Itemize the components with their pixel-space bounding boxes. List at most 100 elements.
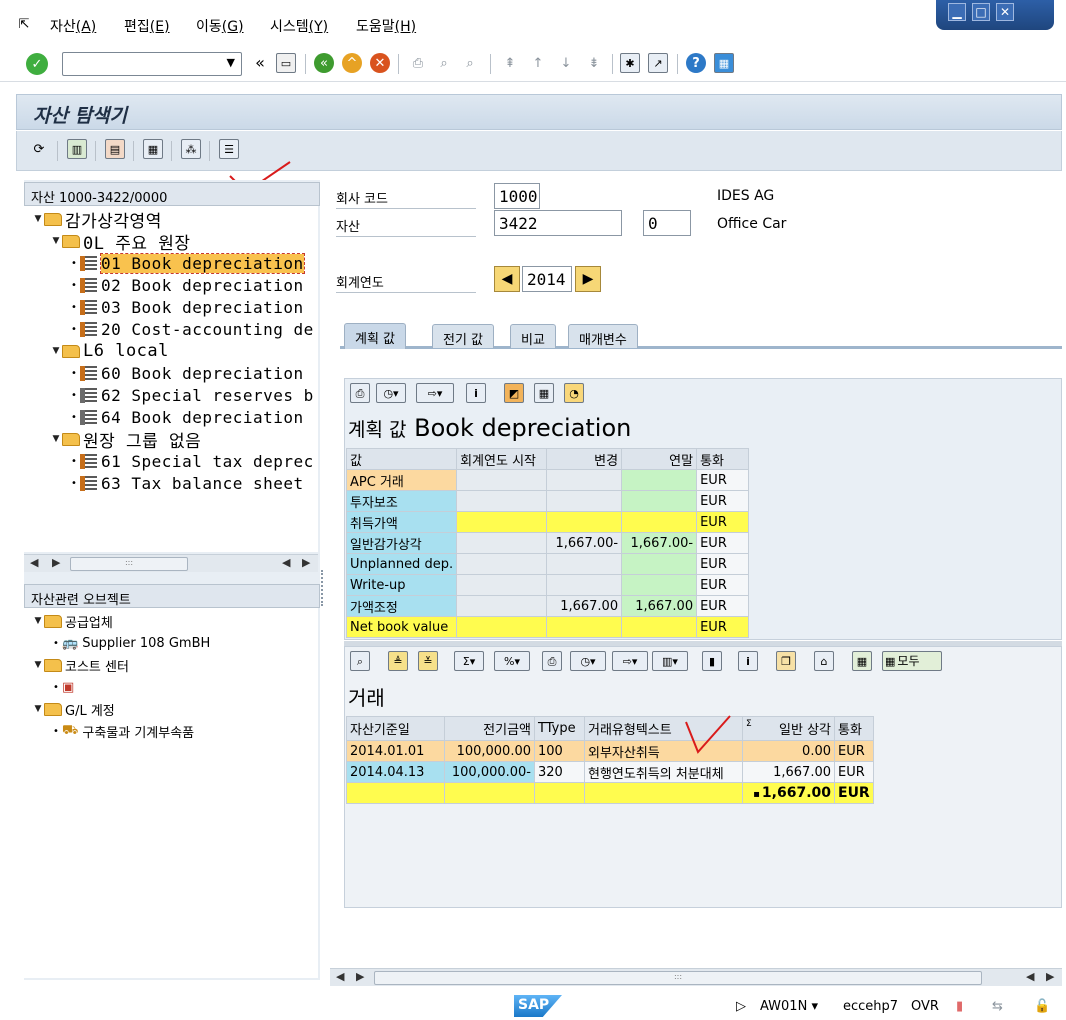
tree-folder-node[interactable]: ▼ 원장 그룹 없음: [50, 428, 201, 452]
table-cell[interactable]: 투자보조: [345, 490, 458, 512]
table-cell[interactable]: Net book value: [345, 616, 458, 638]
column-header[interactable]: 통화: [834, 716, 874, 741]
layout-icon[interactable]: ▥▾: [652, 651, 688, 671]
asset-number-field[interactable]: 3422: [494, 210, 622, 236]
company-code-field[interactable]: 1000: [494, 183, 540, 209]
export-icon[interactable]: ⇨▾: [612, 651, 648, 671]
table-cell[interactable]: 100: [534, 740, 585, 762]
cancel-icon[interactable]: ✕: [370, 53, 390, 73]
command-field[interactable]: ▼: [62, 52, 242, 76]
table-row[interactable]: 투자보조 EUR: [345, 490, 750, 512]
table-cell[interactable]: [456, 574, 548, 596]
table-row[interactable]: 가액조정 1,667.00 1,667.00 EUR: [345, 595, 750, 617]
details-icon[interactable]: i: [738, 651, 758, 671]
table-cell[interactable]: [546, 511, 623, 533]
previous-page-icon[interactable]: ↑: [528, 53, 548, 73]
find-next-icon[interactable]: ⌕: [460, 53, 480, 73]
find-icon[interactable]: ⌕: [434, 53, 454, 73]
previous-year-button[interactable]: ◀: [494, 266, 520, 292]
table-cell[interactable]: [621, 574, 698, 596]
table-cell[interactable]: EUR: [696, 490, 750, 512]
hat-icon[interactable]: ⌂: [814, 651, 834, 671]
subtotal-icon[interactable]: %▾: [494, 651, 530, 671]
menu-exit-icon[interactable]: ⇱: [14, 14, 34, 34]
table-cell[interactable]: 일반감가상각: [345, 532, 458, 554]
scroll-left-icon[interactable]: ◀: [30, 556, 38, 569]
column-header[interactable]: 통화: [696, 448, 750, 470]
expand-toggle-icon[interactable]: ▼: [50, 236, 62, 246]
table-cell[interactable]: 1,667.00-: [621, 532, 698, 554]
column-header[interactable]: Σ 일반 상각: [742, 716, 835, 741]
fiscal-year-field[interactable]: 2014: [522, 266, 572, 292]
tree-leaf-node[interactable]: • 60 Book depreciation: [68, 362, 304, 384]
tree-folder-node[interactable]: ▼ 감가상각영역: [32, 208, 162, 232]
chevron-down-icon[interactable]: ▼: [227, 56, 235, 69]
insert-mode[interactable]: OVR: [911, 999, 939, 1014]
total-amount[interactable]: ▪ 1,667.00: [742, 782, 835, 804]
table-cell[interactable]: [456, 469, 548, 491]
maximize-icon[interactable]: □: [972, 3, 990, 21]
first-page-icon[interactable]: ⇞: [500, 53, 520, 73]
scroll-right-icon[interactable]: ▶: [1046, 970, 1054, 983]
next-page-icon[interactable]: ↓: [556, 53, 576, 73]
table-cell[interactable]: 현행연도취득의 처분대체: [584, 761, 743, 783]
back-icon[interactable]: «: [314, 53, 334, 73]
table-cell[interactable]: EUR: [696, 574, 750, 596]
table-row[interactable]: 2014.01.01 100,000.00 100 외부자산취득 0.00 EUR: [346, 740, 874, 762]
expand-toggle-icon[interactable]: ▼: [50, 434, 62, 444]
table-row[interactable]: Unplanned dep. EUR: [345, 553, 750, 575]
last-page-icon[interactable]: ⇟: [584, 53, 604, 73]
table-cell[interactable]: 320: [534, 761, 585, 783]
next-year-button[interactable]: ▶: [575, 266, 601, 292]
tree-leaf-node[interactable]: • ▣: [50, 676, 78, 698]
tree-leaf-node[interactable]: • 62 Special reserves b: [68, 384, 314, 406]
table-cell[interactable]: 1,667.00-: [546, 532, 623, 554]
table-cell[interactable]: EUR: [696, 511, 750, 533]
tree-leaf-node[interactable]: • 03 Book depreciation: [68, 296, 304, 318]
table-row[interactable]: APC 거래 EUR: [345, 469, 750, 491]
unlock-icon[interactable]: 🔓: [1034, 999, 1050, 1014]
table-cell[interactable]: [546, 553, 623, 575]
tab-posted-values[interactable]: 전기 값: [432, 324, 495, 348]
print-list-icon[interactable]: ⎙: [542, 651, 562, 671]
new-session-icon[interactable]: ✱: [620, 53, 640, 73]
table-cell[interactable]: 취득가액: [345, 511, 458, 533]
table-cell[interactable]: [456, 616, 548, 638]
minimize-icon[interactable]: ▁: [948, 3, 966, 21]
table-cell[interactable]: Unplanned dep.: [345, 553, 458, 575]
sum-icon[interactable]: Σ▾: [454, 651, 484, 671]
list-icon[interactable]: ☰: [219, 139, 239, 159]
table-cell[interactable]: [546, 616, 623, 638]
column-header[interactable]: 회계연도 시작: [456, 448, 548, 470]
table-cell[interactable]: [456, 511, 548, 533]
tree-horizontal-scrollbar[interactable]: ◀ ▶ ::: ◀ ▶: [24, 554, 318, 572]
print-list-icon[interactable]: ⎙: [350, 383, 370, 403]
table-cell[interactable]: [621, 469, 698, 491]
print-icon[interactable]: ⎙: [408, 53, 428, 73]
table-cell[interactable]: 2014.01.01: [346, 740, 445, 762]
export-icon[interactable]: ⇨▾: [416, 383, 454, 403]
scroll-left-icon[interactable]: ◀: [1026, 970, 1034, 983]
table-cell[interactable]: EUR: [696, 595, 750, 617]
column-header[interactable]: 전기금액: [444, 716, 535, 741]
table-cell[interactable]: 100,000.00: [444, 740, 535, 762]
scroll-thumb[interactable]: :::: [374, 971, 982, 985]
display-asset-icon[interactable]: ▤: [105, 139, 125, 159]
detail-horizontal-scrollbar[interactable]: ◀ ▶ ::: ◀ ▶: [330, 968, 1062, 986]
splitter-handle[interactable]: [321, 570, 325, 606]
refresh-icon[interactable]: ⟳: [29, 139, 49, 159]
table-row[interactable]: 취득가액 EUR: [345, 511, 750, 533]
tree-folder-node[interactable]: ▼ L6 local: [50, 340, 169, 362]
tree-leaf-node[interactable]: • 20 Cost-accounting de: [68, 318, 314, 340]
table-cell[interactable]: 1,667.00: [742, 761, 835, 783]
menu-asset[interactable]: 자산(A): [50, 16, 96, 36]
expand-toggle-icon[interactable]: ▼: [32, 616, 44, 626]
view-icon[interactable]: ◷▾: [570, 651, 606, 671]
column-header[interactable]: TType: [534, 716, 585, 741]
table-cell[interactable]: [456, 532, 548, 554]
menu-system[interactable]: 시스템(Y): [270, 16, 328, 36]
asset-subnumber-field[interactable]: 0: [643, 210, 691, 236]
table-cell[interactable]: EUR: [834, 740, 874, 762]
table-cell[interactable]: 가액조정: [345, 595, 458, 617]
scroll-left-icon[interactable]: ◀: [282, 556, 290, 569]
